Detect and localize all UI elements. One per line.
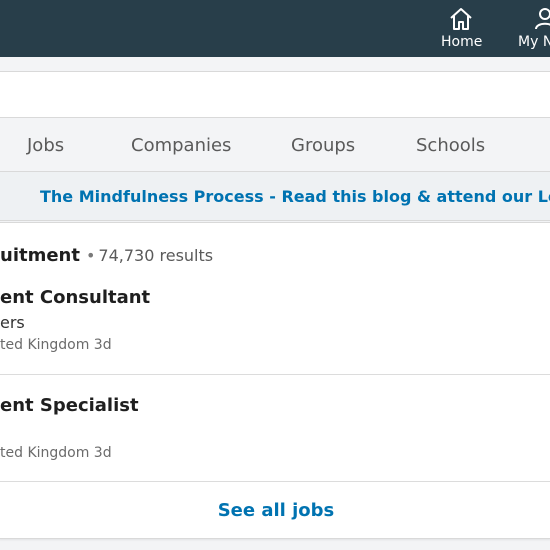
results-header: uitment • 74,730 results (0, 245, 213, 266)
results-title: uitment (0, 245, 80, 266)
job-location-age: ted Kingdom 3d (0, 337, 112, 353)
job-company (0, 421, 139, 443)
job-title[interactable]: ent Specialist (0, 395, 139, 419)
promo-banner-link[interactable]: The Mindfulness Process - Read this blog… (40, 187, 550, 206)
home-icon (448, 6, 474, 36)
job-results-card: uitment • 74,730 results ent Consultant er… (0, 222, 550, 539)
job-company: ers (0, 313, 25, 332)
see-all-jobs-link[interactable]: See all jobs (0, 500, 550, 521)
search-category-tabs: Jobs Companies Groups Schools (0, 119, 550, 172)
divider (0, 374, 550, 375)
tab-companies[interactable]: Companies (131, 135, 231, 156)
job-title[interactable]: ent Consultant (0, 287, 150, 311)
results-count: 74,730 results (98, 246, 214, 265)
person-icon (532, 6, 550, 36)
top-navigation-bar: Home My N (0, 0, 550, 57)
nav-label-my-network: My N (518, 34, 550, 50)
divider (0, 481, 550, 482)
tab-schools[interactable]: Schools (416, 135, 485, 156)
results-separator: • (85, 246, 96, 265)
nav-item-home[interactable]: Home (436, 0, 486, 57)
job-result-item[interactable]: ent Specialist ted Kingdom 3d (0, 395, 139, 461)
tab-groups[interactable]: Groups (291, 135, 355, 156)
tab-jobs[interactable]: Jobs (27, 135, 64, 156)
job-result-item[interactable]: ent Consultant ers ted Kingdom 3d (0, 287, 150, 353)
nav-item-my-network[interactable]: My N (516, 0, 550, 57)
search-input[interactable] (0, 71, 550, 118)
nav-label-home: Home (441, 34, 483, 50)
job-location-age: ted Kingdom 3d (0, 445, 112, 461)
promo-banner: The Mindfulness Process - Read this blog… (0, 172, 550, 221)
